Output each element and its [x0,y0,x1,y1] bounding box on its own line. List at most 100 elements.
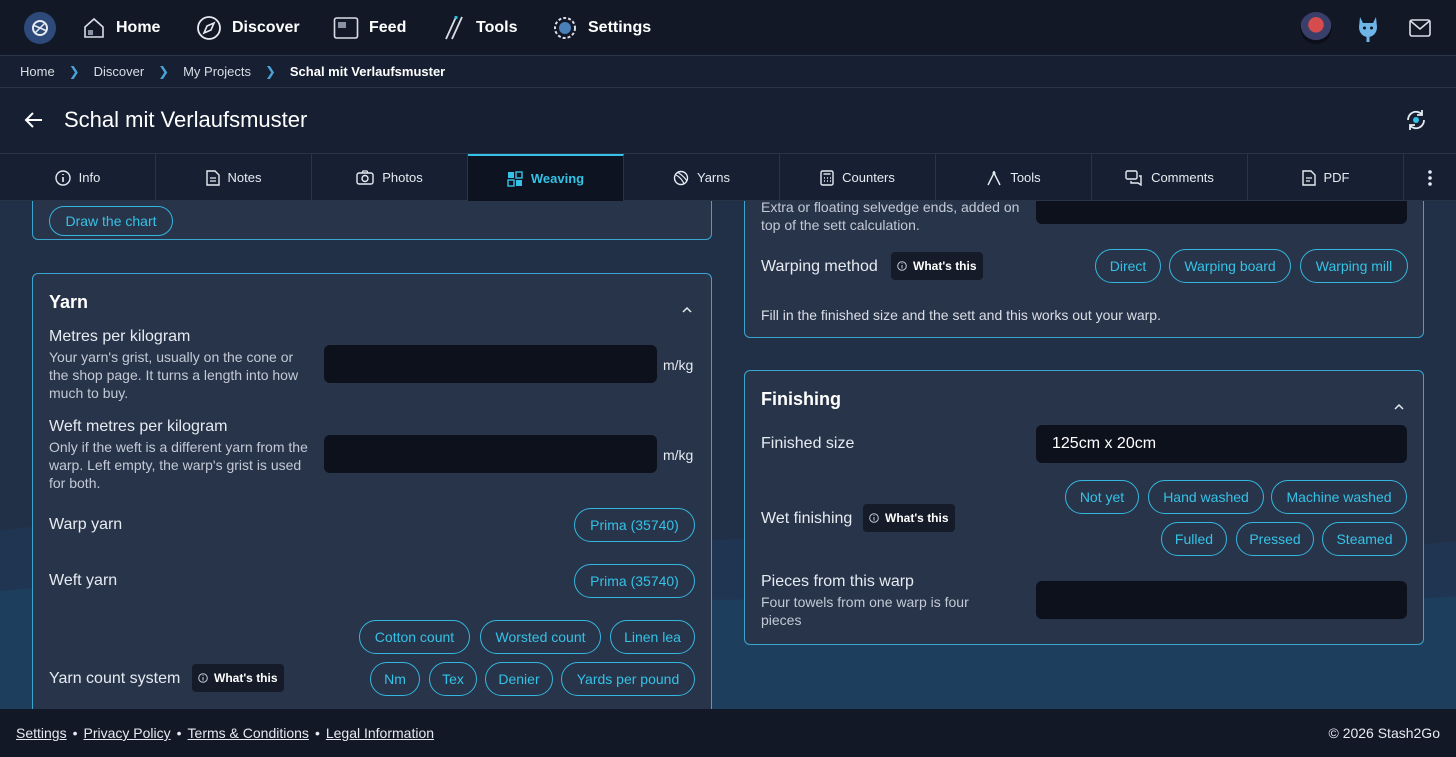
nav-tools-label: Tools [476,19,518,36]
pieces-input[interactable] [1036,581,1407,619]
tab-info[interactable]: Info [0,154,156,201]
warp-yarn-label: Warp yarn [49,516,123,533]
footer-terms-link[interactable]: Terms & Conditions [188,725,309,741]
metres-per-kg-input[interactable] [324,345,657,383]
warping-board-chip[interactable]: Warping board [1169,249,1291,283]
steamed-chip[interactable]: Steamed [1322,522,1407,556]
footer-settings-link[interactable]: Settings [16,725,67,741]
breadcrumb-discover[interactable]: Discover [94,64,145,79]
nav-home[interactable]: Home [82,14,160,42]
tab-counters[interactable]: Counters [780,154,936,201]
footer-legal-link[interactable]: Legal Information [326,725,434,741]
mascot-button[interactable] [1352,12,1384,44]
tab-yarns[interactable]: Yarns [624,154,780,201]
messages-button[interactable] [1406,12,1434,44]
yards-per-pound-chip[interactable]: Yards per pound [561,662,695,696]
tex-chip[interactable]: Tex [429,662,477,696]
footer: Settings • Privacy Policy • Terms & Cond… [0,709,1456,757]
chevron-up-icon[interactable] [681,304,693,316]
tab-info-label: Info [78,170,101,185]
metres-per-kg-label: Metres per kilogram [49,328,191,345]
tab-counters-label: Counters [842,170,895,185]
warping-method-whats-this[interactable]: What's this [891,252,983,280]
tab-photos-label: Photos [382,170,423,185]
whats-this-label: What's this [885,511,949,525]
home-icon [84,17,104,38]
selvedge-input[interactable] [1036,201,1407,224]
grid-icon [507,170,523,187]
tab-comments[interactable]: Comments [1092,154,1248,201]
tab-tools[interactable]: Tools [936,154,1092,201]
weft-metres-per-kg-label: Weft metres per kilogram [49,418,228,435]
finishing-card: Finishing Finished size Not yet Hand was… [744,370,1424,645]
pieces-help: Four towels from one warp is four pieces [761,594,969,628]
wet-finishing-whats-this[interactable]: What's this [863,504,955,532]
nav-settings-label: Settings [588,19,652,36]
breadcrumb-my-projects[interactable]: My Projects [183,64,251,79]
fulled-chip[interactable]: Fulled [1161,522,1227,556]
tab-tools-label: Tools [1010,170,1041,185]
chevron-right-icon: ❯ [68,63,80,79]
more-vertical-icon [1428,169,1432,186]
copyright: © 2026 Stash2Go [1328,725,1440,741]
footer-privacy-link[interactable]: Privacy Policy [84,725,171,741]
nav-discover[interactable]: Discover [196,14,300,42]
weft-metres-per-kg-help: Only if the weft is a different yarn fro… [49,439,308,491]
linen-lea-chip[interactable]: Linen lea [610,620,695,654]
direct-chip[interactable]: Direct [1095,249,1161,283]
warp-yarn-chip[interactable]: Prima (35740) [574,508,695,542]
app-logo[interactable] [24,12,56,44]
avatar-image [1300,12,1332,44]
draw-chart-button[interactable]: Draw the chart [49,206,173,236]
tab-pdf[interactable]: PDF [1248,154,1404,201]
warping-mill-chip[interactable]: Warping mill [1300,249,1408,283]
pressed-chip[interactable]: Pressed [1236,522,1314,556]
needles-icon [445,15,463,40]
machine-washed-chip[interactable]: Machine washed [1271,480,1407,514]
camera-icon [356,170,374,185]
yarn-card-title: Yarn [49,292,89,312]
page-header: Schal mit Verlaufsmuster [0,88,1456,153]
nav-feed[interactable]: Feed [333,14,406,42]
logo-icon [32,20,48,36]
user-avatar[interactable] [1300,12,1332,44]
sync-button[interactable] [1404,108,1428,132]
finished-size-input[interactable] [1036,425,1407,463]
tab-weaving[interactable]: Weaving [468,154,624,201]
footer-separator: • [314,725,320,741]
nav-settings[interactable]: Settings [552,14,651,42]
tab-pdf-label: PDF [1323,170,1350,185]
arrow-left-icon [24,112,42,128]
weaving-content[interactable]: Draw the chart Yarn Metres per kilogram … [0,201,1456,709]
gear-icon [554,17,576,39]
tab-notes[interactable]: Notes [156,154,312,201]
not-yet-chip[interactable]: Not yet [1065,480,1139,514]
worsted-count-chip[interactable]: Worsted count [480,620,601,654]
tab-photos[interactable]: Photos [312,154,468,201]
chevron-right-icon: ❯ [264,63,276,79]
nav-tools[interactable]: Tools [442,14,517,42]
weft-metres-per-kg-input[interactable] [324,435,657,473]
metres-per-kg-help: Your yarn's grist, usually on the cone o… [49,349,299,401]
project-tabs: Info Notes Photos Weaving Yarns Counters… [0,153,1456,201]
nav-feed-label: Feed [369,19,407,36]
footer-separator: • [176,725,182,741]
weft-yarn-chip[interactable]: Prima (35740) [574,564,695,598]
yarn-count-whats-this[interactable]: What's this [192,664,284,692]
yarn-card: Yarn Metres per kilogram Your yarn's gri… [32,273,712,709]
comments-icon [1125,169,1142,186]
more-tabs-button[interactable] [1404,154,1456,201]
denier-chip[interactable]: Denier [485,662,553,696]
info-icon [897,261,907,271]
compass-icon [197,16,221,40]
back-button[interactable] [22,108,46,132]
breadcrumb-home[interactable]: Home [20,64,55,79]
selvedge-help: Extra or floating selvedge ends, added o… [761,201,1020,233]
tools-icon [987,170,1001,185]
chevron-up-icon[interactable] [1393,401,1405,413]
cotton-count-chip[interactable]: Cotton count [359,620,470,654]
hand-washed-chip[interactable]: Hand washed [1148,480,1264,514]
tab-yarns-label: Yarns [697,170,730,185]
whats-this-label: What's this [913,259,977,273]
nm-chip[interactable]: Nm [370,662,420,696]
